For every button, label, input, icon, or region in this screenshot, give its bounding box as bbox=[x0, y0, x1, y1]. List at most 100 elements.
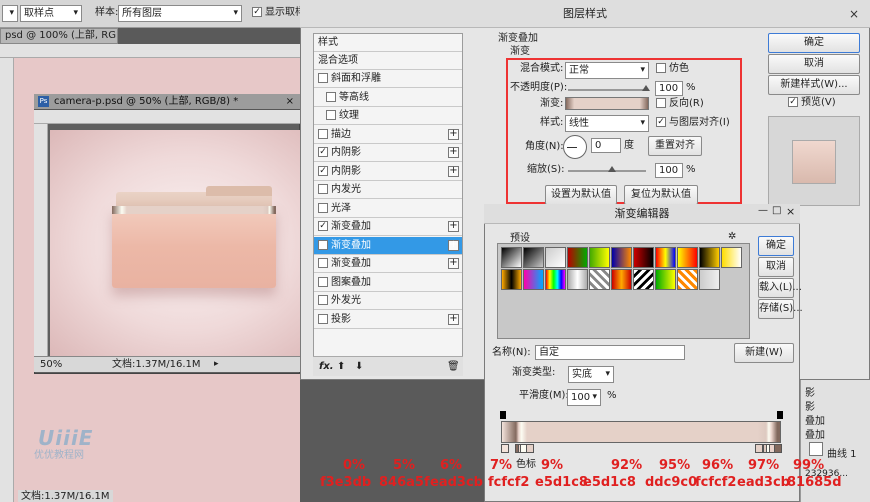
gradient-preset[interactable] bbox=[611, 269, 632, 290]
reset-default-button[interactable]: 复位为默认值 bbox=[624, 185, 698, 205]
layer-effect-item[interactable]: 影 bbox=[805, 398, 815, 413]
plus-icon[interactable]: + bbox=[448, 165, 459, 177]
style-item[interactable]: ✓ 渐变叠加 + bbox=[314, 236, 462, 255]
gradient-preset[interactable] bbox=[655, 269, 676, 290]
plus-icon[interactable]: + bbox=[448, 239, 459, 251]
gradient-preset[interactable] bbox=[633, 247, 654, 268]
styles-header[interactable]: 样式 bbox=[314, 34, 462, 52]
color-stop[interactable] bbox=[754, 444, 763, 453]
opacity-stop-right[interactable] bbox=[777, 411, 783, 419]
checkbox-box[interactable] bbox=[318, 258, 328, 268]
gradient-preset[interactable] bbox=[523, 247, 544, 268]
slider-thumb[interactable] bbox=[608, 166, 616, 172]
style-dropdown[interactable]: 线性 bbox=[565, 115, 649, 132]
checkbox-box[interactable] bbox=[318, 202, 328, 213]
gradient-swatch[interactable] bbox=[565, 97, 649, 110]
arrow-up-icon[interactable]: ⬆ bbox=[337, 357, 345, 376]
opacity-input[interactable]: 100 bbox=[655, 81, 683, 96]
plus-icon[interactable]: + bbox=[448, 313, 459, 325]
gradient-preset[interactable] bbox=[699, 247, 720, 268]
gradient-preset[interactable] bbox=[501, 269, 522, 290]
preview-checkbox[interactable]: ✓ 预览(V) bbox=[788, 96, 836, 110]
close-icon[interactable]: × bbox=[846, 6, 862, 22]
checkbox-box[interactable]: ✓ bbox=[318, 165, 328, 176]
gradient-preset[interactable] bbox=[677, 247, 698, 268]
set-default-button[interactable]: 设置为默认值 bbox=[545, 185, 617, 205]
new-style-button[interactable]: 新建样式(W)... bbox=[768, 75, 860, 95]
opacity-slider[interactable] bbox=[568, 89, 646, 91]
gradient-preset[interactable] bbox=[589, 247, 610, 268]
style-item[interactable]: 投影 + bbox=[314, 311, 462, 329]
checkbox-box[interactable]: ✓ bbox=[318, 147, 328, 157]
load-button[interactable]: 载入(L)... bbox=[758, 278, 802, 298]
style-item[interactable]: 斜面和浮雕 bbox=[314, 70, 462, 88]
plus-icon[interactable]: + bbox=[448, 128, 459, 140]
cancel-button[interactable]: 取消 bbox=[768, 54, 860, 74]
cancel-button[interactable]: 取消 bbox=[758, 257, 794, 277]
gradient-preset[interactable] bbox=[567, 247, 588, 268]
plus-icon[interactable]: + bbox=[448, 221, 459, 232]
plus-icon[interactable]: + bbox=[448, 147, 459, 158]
color-stop[interactable] bbox=[774, 444, 783, 453]
minimize-icon[interactable]: — bbox=[758, 205, 768, 216]
layer-effect-item[interactable]: 叠加 bbox=[805, 426, 825, 441]
arrow-down-icon[interactable]: ⬇ bbox=[355, 357, 363, 376]
slider-thumb[interactable] bbox=[642, 85, 650, 91]
curve-layer-label[interactable]: 曲线 1 bbox=[827, 445, 857, 460]
gradient-preset[interactable] bbox=[655, 247, 676, 268]
style-item[interactable]: ✓ 内阴影 + bbox=[314, 144, 462, 162]
checkbox-box[interactable] bbox=[318, 73, 328, 83]
gradient-type-dropdown[interactable]: 实底 bbox=[568, 366, 614, 383]
chevron-right-icon[interactable]: ▸ bbox=[214, 357, 219, 372]
layer-effect-item[interactable]: 叠加 bbox=[805, 412, 825, 427]
align-layer-checkbox[interactable]: ✓ 与图层对齐(I) bbox=[656, 116, 730, 130]
document-tab-1[interactable]: psd @ 100% (上部, RGB/8) * × bbox=[0, 28, 118, 44]
zoom-level[interactable]: 50% bbox=[40, 357, 62, 372]
sample-size-dropdown[interactable]: 取样点 bbox=[20, 5, 82, 22]
checkbox-box[interactable] bbox=[318, 184, 328, 194]
checkbox-box[interactable] bbox=[326, 91, 336, 102]
style-item[interactable]: 外发光 bbox=[314, 292, 462, 310]
ruler-left[interactable] bbox=[0, 58, 14, 502]
blend-options-item[interactable]: 混合选项 bbox=[314, 52, 462, 70]
sample-layers-dropdown[interactable]: 所有图层 bbox=[118, 5, 242, 22]
ok-button[interactable]: 确定 bbox=[758, 236, 794, 256]
color-stop[interactable] bbox=[525, 444, 534, 453]
style-item[interactable]: 内发光 bbox=[314, 181, 462, 199]
style-item[interactable]: 渐变叠加 + bbox=[314, 255, 462, 273]
style-item[interactable]: 图案叠加 bbox=[314, 274, 462, 292]
gear-icon[interactable]: ✲ bbox=[728, 231, 736, 242]
style-item[interactable]: ✓ 渐变叠加 + bbox=[314, 218, 462, 236]
gradient-preset[interactable] bbox=[633, 269, 654, 290]
gradient-preset[interactable] bbox=[523, 269, 544, 290]
name-input[interactable]: 自定 bbox=[535, 345, 685, 360]
gradient-preset[interactable] bbox=[611, 247, 632, 268]
checkbox-box[interactable] bbox=[318, 295, 328, 305]
angle-input[interactable]: 0 bbox=[591, 138, 621, 153]
ok-button[interactable]: 确定 bbox=[768, 33, 860, 53]
color-stop[interactable] bbox=[501, 444, 509, 453]
style-item[interactable]: ✓ 内阴影 + bbox=[314, 163, 462, 181]
style-item[interactable]: 描边 + bbox=[314, 126, 462, 144]
opacity-stop-left[interactable] bbox=[500, 411, 506, 419]
smoothness-input[interactable]: 100 bbox=[567, 389, 601, 406]
maximize-icon[interactable]: □ bbox=[772, 205, 781, 216]
fx-icon[interactable]: fx. bbox=[319, 357, 334, 376]
checkbox-box[interactable] bbox=[326, 110, 336, 120]
angle-wheel[interactable] bbox=[563, 135, 587, 159]
gradient-preset[interactable] bbox=[545, 269, 566, 290]
gradient-preset[interactable] bbox=[677, 269, 698, 290]
layer-effect-item[interactable]: 影 bbox=[805, 384, 815, 399]
checkbox-box[interactable] bbox=[318, 313, 328, 324]
gradient-preset[interactable] bbox=[721, 247, 742, 268]
style-item[interactable]: 光泽 bbox=[314, 200, 462, 218]
save-button[interactable]: 存储(S)... bbox=[758, 299, 803, 319]
document-tab-2[interactable]: Ps camera-p.psd @ 50% (上部, RGB/8) * × bbox=[34, 94, 300, 110]
blend-mode-dropdown[interactable]: 正常 bbox=[565, 62, 649, 79]
scale-input[interactable]: 100 bbox=[655, 163, 683, 178]
ruler-top[interactable] bbox=[0, 44, 300, 58]
style-item[interactable]: 等高线 bbox=[314, 89, 462, 107]
ruler-top[interactable] bbox=[34, 110, 300, 124]
scale-slider[interactable] bbox=[568, 170, 646, 172]
plus-icon[interactable]: + bbox=[448, 258, 459, 269]
